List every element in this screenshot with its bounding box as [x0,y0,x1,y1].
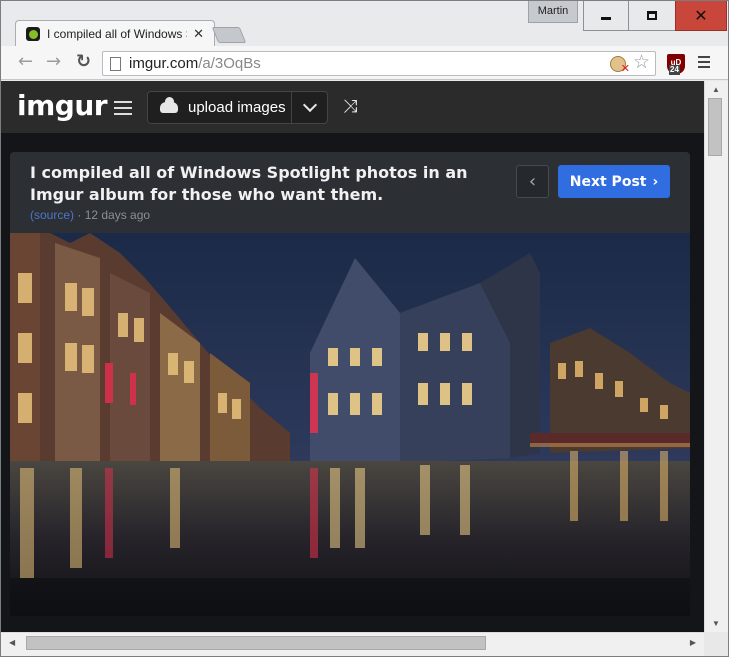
minimize-button[interactable] [583,1,629,31]
maximize-icon [647,11,657,20]
url-host: imgur.com [129,55,199,72]
browser-tab[interactable]: I compiled all of Windows Spotlight phot… [15,20,215,47]
logo-text: imgur [17,89,108,122]
profile-name[interactable]: Martin [528,1,578,23]
chevron-right-icon: › [652,173,659,190]
post-age: · 12 days ago [77,208,151,222]
previous-post-button[interactable]: ‹ [516,165,549,198]
bookmark-star-icon[interactable]: ☆ [633,53,650,73]
new-tab-button[interactable] [211,27,247,43]
horizontal-scrollbar[interactable]: ◀ ▶ [1,632,704,656]
tab-title: I compiled all of Windows Spotlight phot… [47,27,187,41]
back-arrow-icon[interactable]: ← [18,53,33,71]
chevron-down-icon [302,97,317,113]
upload-group: upload images [147,91,328,124]
extension-badge: 24 [669,65,680,75]
post-meta: (source) · 12 days ago [30,208,150,222]
upload-images-button[interactable]: upload images [148,92,292,123]
post-header: I compiled all of Windows Spotlight phot… [10,152,690,233]
next-post-label: Next Post [569,173,647,190]
upload-dropdown-button[interactable] [292,92,327,123]
cloud-upload-icon [160,97,178,113]
imgur-favicon-icon [26,27,40,41]
vertical-scrollbar[interactable]: ▲ ▼ [704,81,728,632]
scrollbar-corner [704,632,728,656]
scroll-down-icon[interactable]: ▼ [712,619,720,628]
forward-arrow-icon[interactable]: → [46,53,61,71]
tab-close-icon[interactable]: ✕ [193,26,204,42]
amsterdam-canal-photo [10,233,690,616]
scroll-up-icon[interactable]: ▲ [712,85,720,94]
browser-window: Martin ✕ I compiled all of Windows Spotl… [0,0,729,657]
page-viewport: imgur upload images ⤨ I compiled all of … [1,81,704,632]
post-image[interactable] [10,233,690,616]
cookie-blocked-icon[interactable]: ✕ [610,56,630,75]
source-link[interactable]: (source) [30,208,74,222]
minimize-icon [601,17,611,20]
reload-icon[interactable]: ↻ [76,53,91,71]
upload-label: upload images [188,99,286,116]
chrome-menu-icon[interactable] [698,56,710,71]
close-icon: ✕ [694,5,708,25]
scroll-right-icon[interactable]: ▶ [690,638,696,647]
next-post-button[interactable]: Next Post › [558,165,670,198]
url-path: /a/3OqBs [198,55,261,72]
address-bar[interactable]: imgur.com/a/3OqBs ✕ ☆ [102,51,656,76]
close-window-button[interactable]: ✕ [675,1,727,31]
shuffle-icon[interactable]: ⤨ [343,98,357,116]
maximize-button[interactable] [628,1,676,31]
page-icon [110,57,121,71]
scroll-left-icon[interactable]: ◀ [9,638,15,647]
vertical-scroll-thumb[interactable] [708,98,722,156]
ublock-extension-icon[interactable]: uD 24 [667,54,685,75]
hamburger-menu-icon[interactable] [114,101,132,119]
url-text[interactable]: imgur.com/a/3OqBs [129,55,261,72]
imgur-header: imgur upload images ⤨ [1,81,704,133]
horizontal-scroll-thumb[interactable] [26,636,486,650]
browser-toolbar: ← → ↻ imgur.com/a/3OqBs ✕ ☆ uD 24 [1,46,728,80]
post-title: I compiled all of Windows Spotlight phot… [30,163,468,204]
chevron-left-icon: ‹ [528,171,537,192]
title-bar: Martin ✕ I compiled all of Windows Spotl… [1,1,728,47]
imgur-logo[interactable]: imgur [17,89,108,122]
